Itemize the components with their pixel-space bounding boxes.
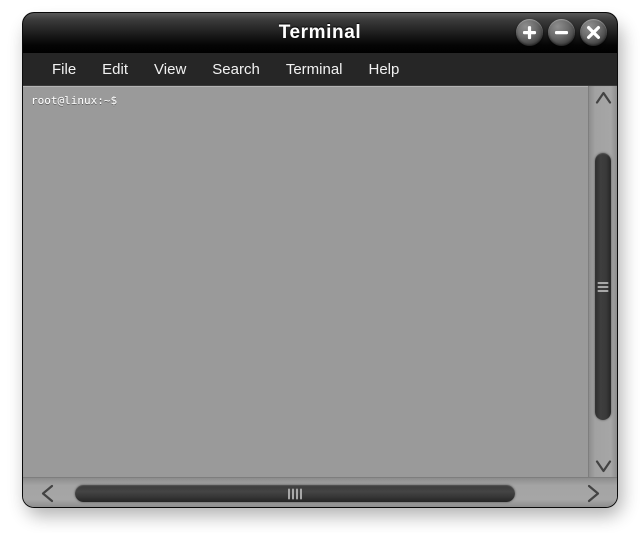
menu-bar: File Edit View Search Terminal Help xyxy=(23,53,617,86)
close-button[interactable] xyxy=(580,19,607,46)
menu-item-help[interactable]: Help xyxy=(356,59,413,80)
window-controls xyxy=(516,19,607,46)
scroll-up-button[interactable] xyxy=(590,86,616,108)
menu-item-search[interactable]: Search xyxy=(199,59,273,80)
minimize-button[interactable] xyxy=(548,19,575,46)
menu-item-view[interactable]: View xyxy=(141,59,199,80)
screenshot-root: Terminal File Edit View Search Terminal … xyxy=(0,0,640,533)
chevron-up-icon xyxy=(595,91,611,104)
terminal-screen[interactable]: root@linux:~$ xyxy=(23,86,588,477)
maximize-button[interactable] xyxy=(516,19,543,46)
minus-icon xyxy=(555,31,568,35)
terminal-prompt-line: root@linux:~$ xyxy=(31,94,118,107)
menu-item-file[interactable]: File xyxy=(39,59,89,80)
vertical-scrollbar[interactable] xyxy=(588,86,617,477)
close-icon xyxy=(587,26,600,39)
scroll-left-button[interactable] xyxy=(27,480,67,506)
terminal-window: Terminal File Edit View Search Terminal … xyxy=(22,12,618,508)
vertical-thumb-grip-icon xyxy=(597,280,609,294)
horizontal-scroll-thumb[interactable] xyxy=(75,485,515,502)
window-body: root@linux:~$ xyxy=(23,86,617,507)
scroll-right-button[interactable] xyxy=(573,480,613,506)
scroll-down-button[interactable] xyxy=(590,455,616,477)
vertical-scroll-thumb[interactable] xyxy=(595,153,611,420)
horizontal-scroll-track[interactable] xyxy=(67,480,573,506)
vertical-scroll-track[interactable] xyxy=(590,108,616,455)
horizontal-scrollbar[interactable] xyxy=(23,477,617,507)
terminal-row: root@linux:~$ xyxy=(23,86,617,477)
menu-item-terminal[interactable]: Terminal xyxy=(273,59,356,80)
plus-icon xyxy=(523,26,536,40)
title-bar[interactable]: Terminal xyxy=(23,13,617,53)
horizontal-thumb-grip-icon xyxy=(288,488,302,499)
menu-item-edit[interactable]: Edit xyxy=(89,59,141,80)
chevron-down-icon xyxy=(595,459,611,472)
chevron-right-icon xyxy=(587,484,599,502)
chevron-left-icon xyxy=(41,484,53,502)
